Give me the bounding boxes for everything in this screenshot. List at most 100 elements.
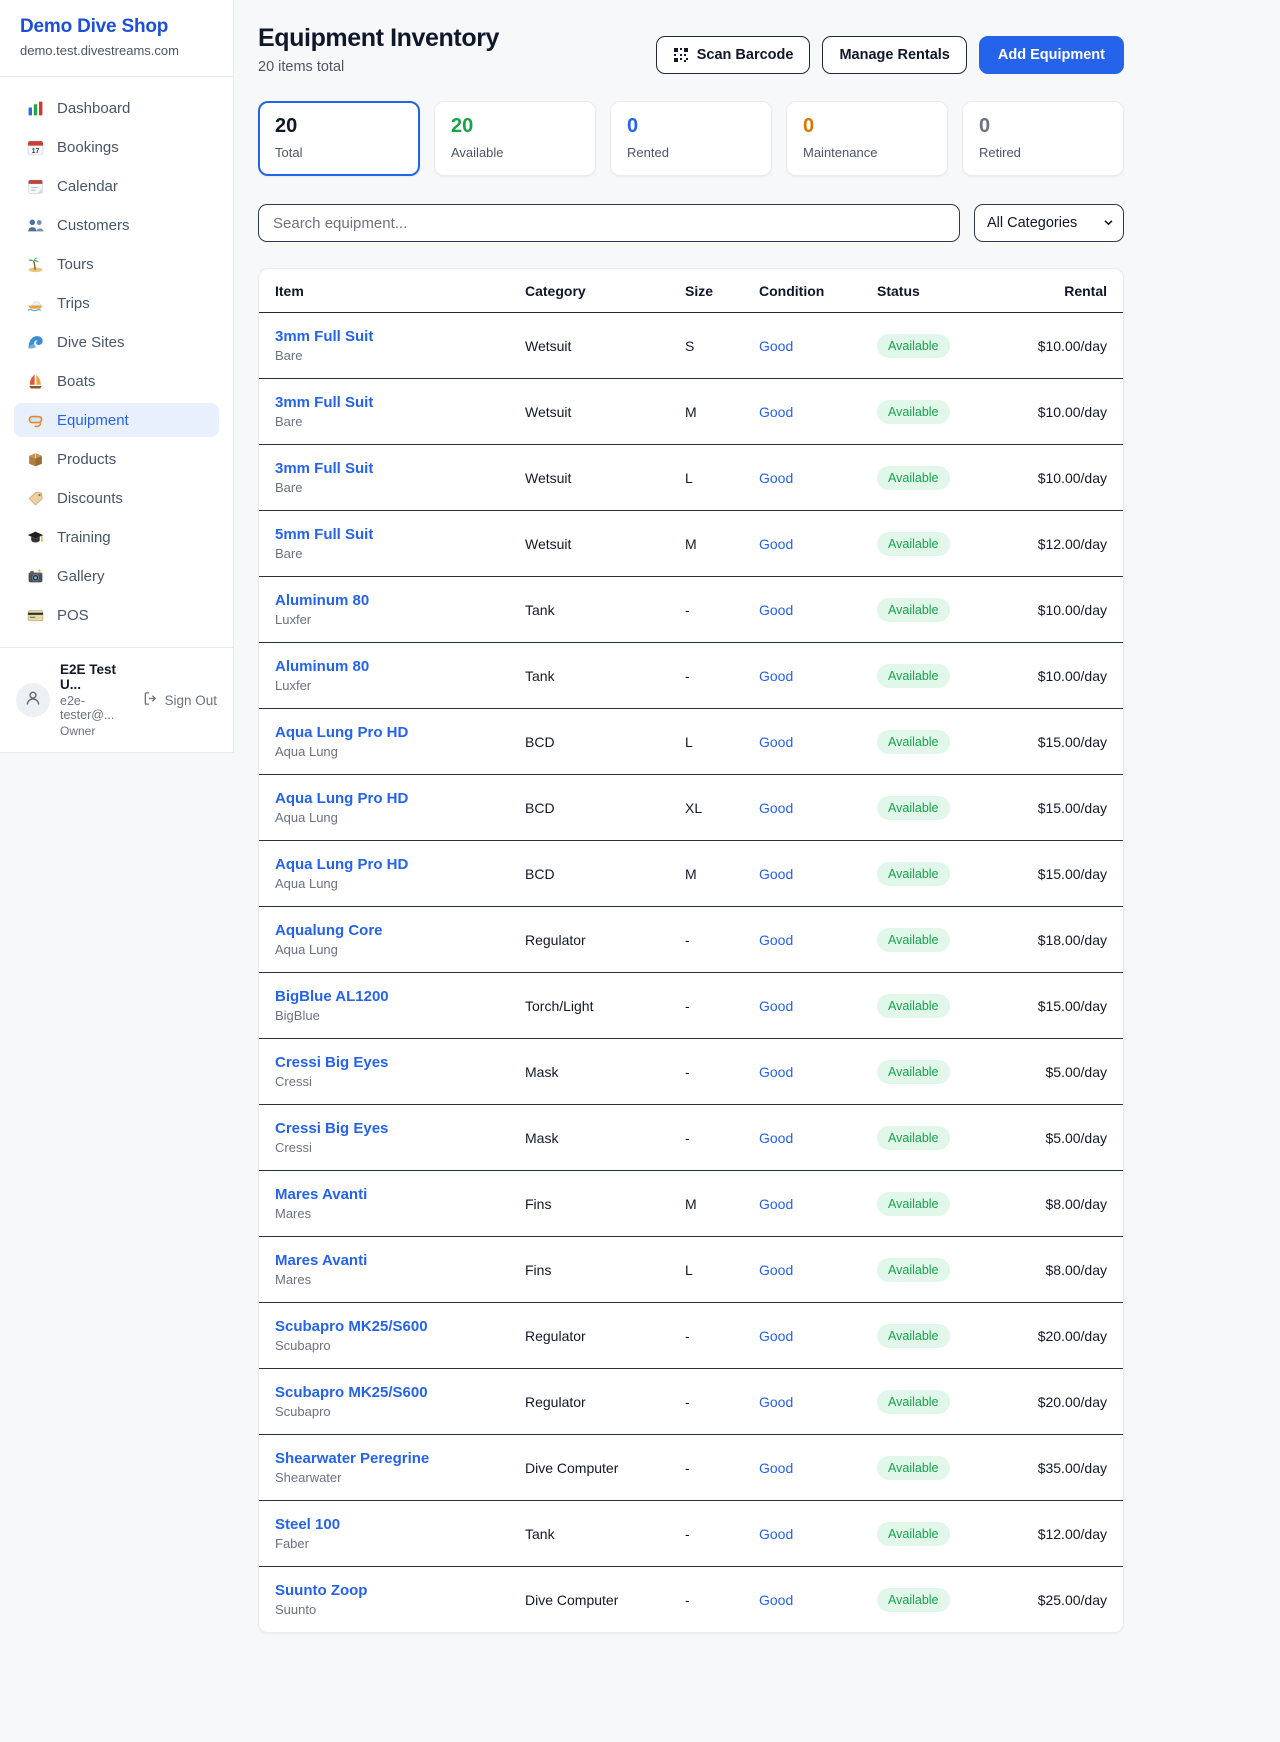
condition-link[interactable]: Good (759, 734, 793, 750)
condition-link[interactable]: Good (759, 602, 793, 618)
scan-barcode-button[interactable]: Scan Barcode (656, 36, 811, 74)
category-select[interactable]: All Categories (974, 204, 1124, 242)
item-link[interactable]: Aqua Lung Pro HD (275, 856, 493, 873)
condition-link[interactable]: Good (759, 1262, 793, 1278)
condition-link[interactable]: Good (759, 536, 793, 552)
condition-link[interactable]: Good (759, 668, 793, 684)
item-link[interactable]: Mares Avanti (275, 1186, 493, 1203)
sidebar-item-customers[interactable]: Customers (14, 208, 219, 242)
brand-logo[interactable]: Demo Dive Shop (20, 16, 213, 38)
sidebar-item-training[interactable]: Training (14, 520, 219, 554)
item-link[interactable]: Aqualung Core (275, 922, 493, 939)
condition-link[interactable]: Good (759, 1460, 793, 1476)
item-link[interactable]: 3mm Full Suit (275, 328, 493, 345)
item-rental: $10.00/day (983, 445, 1123, 511)
search-input[interactable] (258, 204, 960, 242)
item-link[interactable]: Aqua Lung Pro HD (275, 790, 493, 807)
sign-out-button[interactable]: Sign Out (143, 691, 217, 709)
sidebar-item-equipment[interactable]: Equipment (14, 403, 219, 437)
item-link[interactable]: Aluminum 80 (275, 592, 493, 609)
condition-link[interactable]: Good (759, 998, 793, 1014)
item-brand: Cressi (275, 1074, 493, 1089)
stat-card-total[interactable]: 20 Total (258, 101, 420, 176)
status-badge: Available (877, 334, 950, 358)
condition-link[interactable]: Good (759, 800, 793, 816)
table-row: Steel 100 Faber Tank - Good Available $1… (259, 1501, 1123, 1567)
item-link[interactable]: 5mm Full Suit (275, 526, 493, 543)
condition-link[interactable]: Good (759, 1394, 793, 1410)
stat-label: Retired (979, 145, 1107, 160)
sidebar-item-boats[interactable]: Boats (14, 364, 219, 398)
item-link[interactable]: Suunto Zoop (275, 1582, 493, 1599)
item-brand: Aqua Lung (275, 744, 493, 759)
item-link[interactable]: Cressi Big Eyes (275, 1054, 493, 1071)
sidebar-item-bookings[interactable]: 17 Bookings (14, 130, 219, 164)
condition-link[interactable]: Good (759, 1328, 793, 1344)
table-row: Aluminum 80 Luxfer Tank - Good Available… (259, 577, 1123, 643)
sidebar-item-calendar[interactable]: Calendar (14, 169, 219, 203)
condition-link[interactable]: Good (759, 1130, 793, 1146)
stat-label: Total (275, 145, 403, 160)
sidebar-item-dashboard[interactable]: Dashboard (14, 91, 219, 125)
item-category: Tank (509, 1501, 669, 1567)
item-link[interactable]: Steel 100 (275, 1516, 493, 1533)
item-size: L (669, 709, 743, 775)
condition-link[interactable]: Good (759, 404, 793, 420)
stats-row: 20 Total 20 Available 0 Rented 0 Mainten… (258, 101, 1124, 176)
item-brand: Luxfer (275, 678, 493, 693)
condition-link[interactable]: Good (759, 1196, 793, 1212)
item-link[interactable]: BigBlue AL1200 (275, 988, 493, 1005)
condition-link[interactable]: Good (759, 932, 793, 948)
item-size: M (669, 1171, 743, 1237)
stat-card-retired[interactable]: 0 Retired (962, 101, 1124, 176)
item-link[interactable]: Aluminum 80 (275, 658, 493, 675)
equipment-table: Item Category Size Condition Status Rent… (259, 269, 1123, 1632)
condition-link[interactable]: Good (759, 470, 793, 486)
category-select-wrap: All Categories (974, 204, 1124, 242)
item-link[interactable]: Cressi Big Eyes (275, 1120, 493, 1137)
condition-link[interactable]: Good (759, 866, 793, 882)
user-email: e2e-tester@... (60, 694, 133, 722)
pos-icon (26, 606, 44, 624)
trips-icon (26, 294, 44, 312)
condition-link[interactable]: Good (759, 1592, 793, 1608)
sidebar-item-gallery[interactable]: Gallery (14, 559, 219, 593)
item-category: Fins (509, 1171, 669, 1237)
sidebar-item-trips[interactable]: Trips (14, 286, 219, 320)
item-category: Regulator (509, 1369, 669, 1435)
user-info: E2E Test U... e2e-tester@... Owner (60, 662, 133, 738)
item-link[interactable]: Scubapro MK25/S600 (275, 1384, 493, 1401)
sidebar-item-discounts[interactable]: Discounts (14, 481, 219, 515)
item-link[interactable]: Aqua Lung Pro HD (275, 724, 493, 741)
condition-link[interactable]: Good (759, 338, 793, 354)
stat-label: Rented (627, 145, 755, 160)
item-rental: $15.00/day (983, 775, 1123, 841)
sidebar-item-products[interactable]: Products (14, 442, 219, 476)
stat-card-maintenance[interactable]: 0 Maintenance (786, 101, 948, 176)
item-size: M (669, 841, 743, 907)
item-brand: Aqua Lung (275, 942, 493, 957)
sidebar-item-pos[interactable]: POS (14, 598, 219, 632)
condition-link[interactable]: Good (759, 1064, 793, 1080)
item-brand: Cressi (275, 1140, 493, 1155)
item-link[interactable]: Scubapro MK25/S600 (275, 1318, 493, 1335)
item-size: - (669, 1039, 743, 1105)
stat-card-available[interactable]: 20 Available (434, 101, 596, 176)
item-rental: $10.00/day (983, 577, 1123, 643)
item-rental: $15.00/day (983, 973, 1123, 1039)
stat-card-rented[interactable]: 0 Rented (610, 101, 772, 176)
item-link[interactable]: 3mm Full Suit (275, 394, 493, 411)
add-equipment-button[interactable]: Add Equipment (979, 36, 1124, 74)
page-header: Equipment Inventory 20 items total Scan … (258, 24, 1124, 75)
manage-rentals-button[interactable]: Manage Rentals (822, 36, 966, 74)
item-link[interactable]: Shearwater Peregrine (275, 1450, 493, 1467)
status-badge: Available (877, 796, 950, 820)
item-category: Mask (509, 1105, 669, 1171)
sidebar-item-label: Training (57, 529, 111, 546)
item-link[interactable]: 3mm Full Suit (275, 460, 493, 477)
sidebar-item-dive-sites[interactable]: Dive Sites (14, 325, 219, 359)
add-equipment-label: Add Equipment (998, 47, 1105, 63)
sidebar-item-tours[interactable]: Tours (14, 247, 219, 281)
item-link[interactable]: Mares Avanti (275, 1252, 493, 1269)
condition-link[interactable]: Good (759, 1526, 793, 1542)
